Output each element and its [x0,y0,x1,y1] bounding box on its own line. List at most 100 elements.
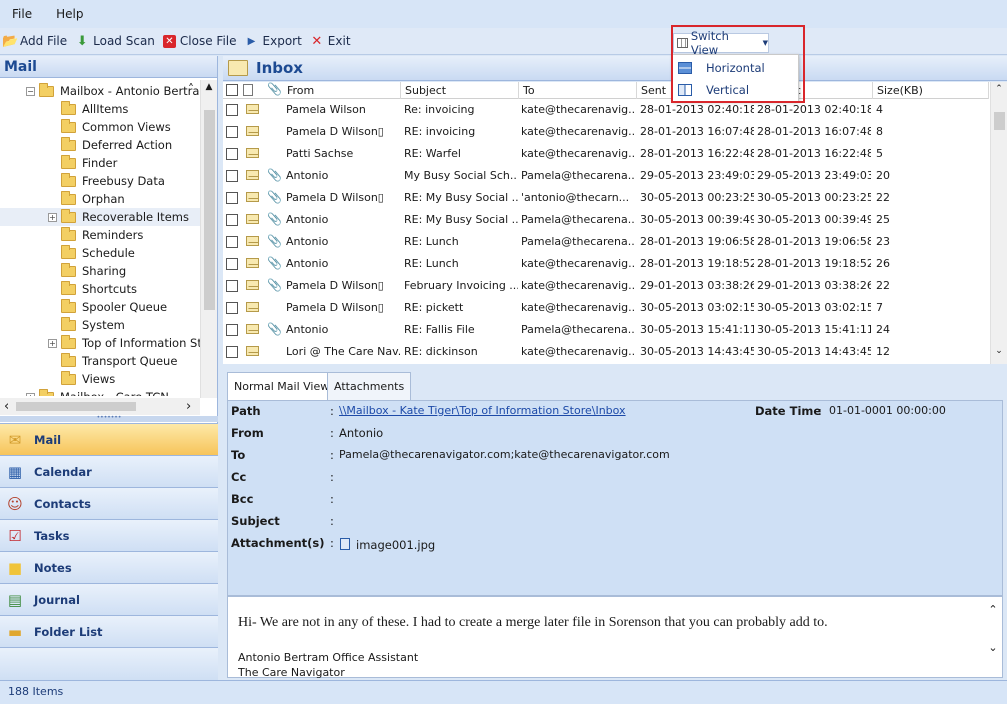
menu-help[interactable]: Help [56,7,83,21]
nav-tasks-button[interactable]: ☑ Tasks [0,519,218,551]
row-checkbox[interactable] [226,214,238,226]
sidebar: Mail − Mailbox - Antonio Bertran AllItems C… [0,56,218,680]
nav-folder-list-button[interactable]: ▬ Folder List [0,615,218,647]
expand-icon[interactable]: + [48,212,57,222]
tree-node[interactable]: Reminders [48,226,143,244]
inbox-header: Inbox [223,56,1007,81]
table-row[interactable]: Lori @ The Care Nav... RE: dickinson kate@… [223,341,989,363]
table-row[interactable]: Pamela Wilson Re: invoicing kate@thecarena… [223,99,989,121]
cc-colon: : [330,470,334,484]
scroll-up-arrow-icon[interactable]: ▲ [201,82,217,92]
tree-node[interactable]: Transport Queue [48,352,177,370]
column-from[interactable]: From [283,82,401,99]
tree-node[interactable]: Freebusy Data [48,172,165,190]
body-scrollbar[interactable]: ⌃ ⌄ [985,597,1002,677]
table-row[interactable]: Pamela D Wilson▯ RE: pickett kate@thecaren… [223,297,989,319]
tree-node[interactable]: Spooler Queue [48,298,167,316]
cell-size: 7 [876,301,883,314]
table-row[interactable]: Pamela D Wilson▯ RE: invoicing kate@thecar… [223,121,989,143]
row-checkbox[interactable] [226,236,238,248]
journal-icon: ▤ [7,590,23,609]
tree-node[interactable]: System [48,316,125,334]
column-subject[interactable]: Subject [401,82,519,99]
subject-colon: : [330,514,334,528]
tab-attachments[interactable]: Attachments [327,372,412,400]
row-checkbox[interactable] [226,258,238,270]
nav-notes-button[interactable]: ■ Notes [0,551,218,583]
tree-node[interactable]: − Mailbox - Antonio Bertran [26,82,200,100]
cell-subject: Re: invoicing [404,103,475,116]
envelope-icon [246,346,259,356]
row-checkbox[interactable] [226,192,238,204]
tree-node-label: System [82,318,125,332]
row-checkbox[interactable] [226,324,238,336]
tree-node[interactable]: AllItems [48,100,128,118]
body-scroll-up-icon[interactable]: ⌃ [985,603,1001,616]
tree-node[interactable]: Shortcuts [48,280,137,298]
nav-mail-button[interactable]: ✉ Mail [0,423,218,455]
tree-node[interactable]: Finder [48,154,117,172]
list-scroll-up-icon[interactable]: ⌃ [991,84,1007,94]
scroll-left-arrow-icon[interactable]: ‹ [4,399,9,414]
table-row[interactable]: 📎 Antonio RE: Fallis File Pamela@thecarena.… [223,319,989,341]
tree-node[interactable]: Schedule [48,244,135,262]
load-scan-button[interactable]: ⬇ Load Scan [75,34,155,49]
expand-icon[interactable]: + [48,338,57,348]
menu-file[interactable]: File [12,7,32,21]
nav-calendar-button[interactable]: ▦ Calendar [0,455,218,487]
close-file-button[interactable]: ✕ Close File [162,34,237,48]
nav-contacts-button[interactable]: ☺ Contacts [0,487,218,519]
select-all-checkbox[interactable] [226,84,238,96]
column-to[interactable]: To [519,82,637,99]
row-checkbox[interactable] [226,346,238,358]
scroll-right-arrow-icon[interactable]: › [186,399,191,414]
tree-node[interactable]: Deferred Action [48,136,172,154]
row-checkbox[interactable] [226,302,238,314]
row-checkbox[interactable] [226,170,238,182]
list-scroll-thumb[interactable] [994,112,1005,130]
nav-journal-button[interactable]: ▤ Journal [0,583,218,615]
table-row[interactable]: 📎 Antonio RE: Lunch kate@thecarenavig... 28-… [223,253,989,275]
attachment-file[interactable]: image001.jpg [356,538,435,552]
tree-node[interactable]: + Recoverable Items [0,208,200,226]
tree-node[interactable]: Orphan [48,190,125,208]
body-scroll-down-icon[interactable]: ⌄ [985,641,1001,654]
hscroll-thumb[interactable] [16,402,136,411]
tree-node[interactable]: + Top of Information Stc [48,334,200,352]
tree-node[interactable]: Common Views [48,118,171,136]
datetime-value: 01-01-0001 00:00:00 [829,404,946,417]
row-checkbox[interactable] [226,104,238,116]
cell-size: 24 [876,323,890,336]
row-checkbox[interactable] [226,148,238,160]
list-scroll-down-icon[interactable]: ⌄ [991,346,1007,356]
column-size[interactable]: Size(KB) [873,82,989,99]
cell-received: 30-05-2013 14:43:45 [757,345,871,358]
tree-node[interactable]: Sharing [48,262,126,280]
tree-node[interactable]: Views [48,370,115,388]
path-link[interactable]: \\Mailbox - Kate Tiger\Top of Informatio… [339,404,626,417]
add-file-button[interactable]: 📂 Add File [2,34,67,49]
exit-button[interactable]: ✕ Exit [310,34,350,49]
row-checkbox[interactable] [226,280,238,292]
table-row[interactable]: 📎 Antonio RE: My Busy Social ... Pamela@the… [223,209,989,231]
table-row[interactable]: 📎 Antonio My Busy Social Sch... Pamela@thec… [223,165,989,187]
menu-bar: File Help [0,0,1007,28]
table-row[interactable]: 📎 Pamela D Wilson▯ February Invoicing ... k… [223,275,989,297]
tree-horizontal-scrollbar[interactable]: ‹ › [0,398,200,415]
tree-collapse-arrow-icon[interactable]: ˄ [188,82,194,96]
message-list-scrollbar[interactable]: ⌃ ⌄ [990,82,1007,364]
table-row[interactable]: Patti Sachse RE: Warfel kate@thecarenavig.… [223,143,989,165]
table-row[interactable]: 📎 Antonio RE: Lunch Pamela@thecarena... 28-0… [223,231,989,253]
scroll-thumb[interactable] [204,110,215,310]
tree-node[interactable]: + Mailbox - Care TCN [26,388,169,396]
collapse-icon[interactable]: − [26,86,35,96]
export-button[interactable]: ▶ Export [245,34,302,48]
tree-vertical-scrollbar[interactable]: ▲ [200,80,217,398]
row-checkbox[interactable] [226,126,238,138]
cell-to: kate@thecarenavig... [521,279,635,292]
table-row[interactable]: 📎 Pamela D Wilson▯ RE: My Busy Social ... '… [223,187,989,209]
expand-icon[interactable]: + [26,392,35,396]
attachment-icon: 📎 [267,256,282,270]
tab-normal-mail-view[interactable]: Normal Mail View [227,372,337,400]
splitter-grip[interactable]: ••••••• [0,415,218,422]
